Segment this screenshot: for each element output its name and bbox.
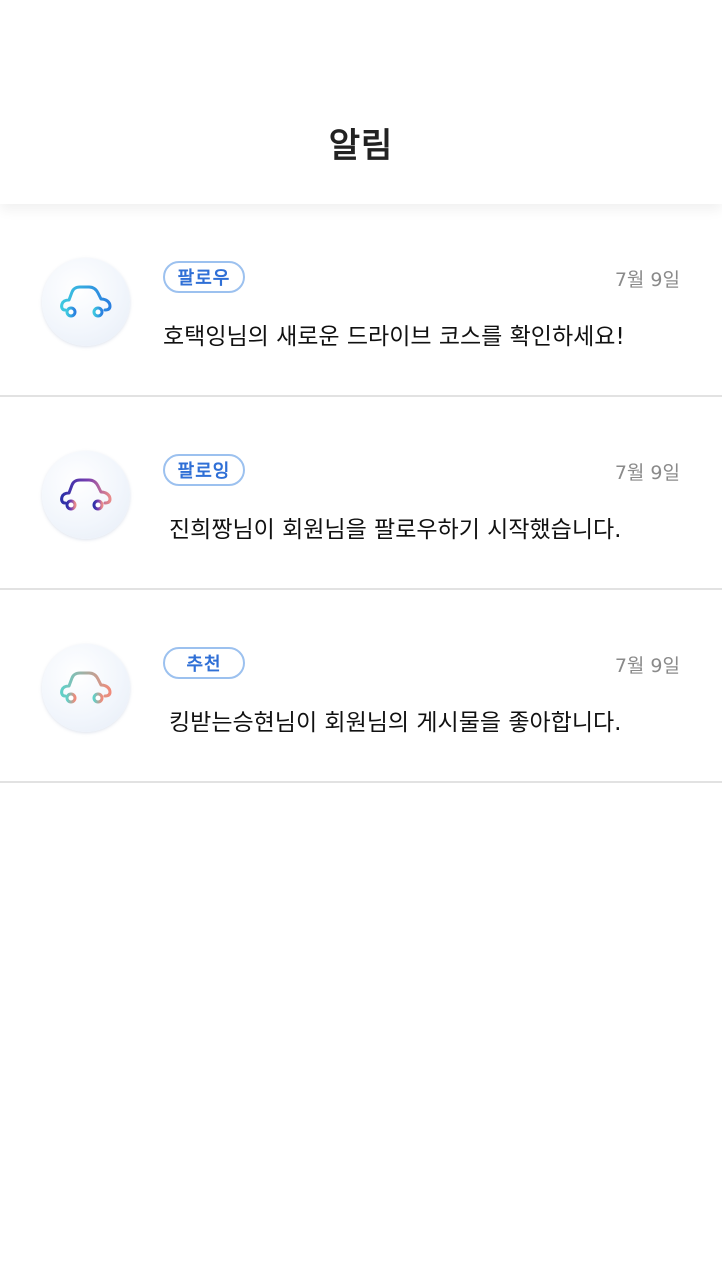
car-icon xyxy=(60,478,112,511)
avatar xyxy=(42,258,130,346)
notification-message: 호택잉님의 새로운 드라이브 코스를 확인하세요! xyxy=(163,324,625,350)
category-badge: 추천 xyxy=(163,647,245,679)
notification-item[interactable]: 팔로잉 7월 9일 진희짱님이 회원님을 팔로우하기 시작했습니다. xyxy=(0,397,722,590)
notification-message: 진희짱님이 회원님을 팔로우하기 시작했습니다. xyxy=(169,517,622,543)
header: 알림 xyxy=(0,0,722,204)
notification-list: 팔로우 7월 9일 호택잉님의 새로운 드라이브 코스를 확인하세요! 팔로잉 xyxy=(0,204,722,783)
avatar xyxy=(42,451,130,539)
notification-date: 7월 9일 xyxy=(614,462,680,484)
car-icon xyxy=(60,285,112,318)
notification-date: 7월 9일 xyxy=(614,269,680,291)
page-title: 알림 xyxy=(328,126,394,166)
category-badge: 팔로우 xyxy=(163,261,245,293)
category-badge: 팔로잉 xyxy=(163,454,245,486)
notification-date: 7월 9일 xyxy=(614,655,680,677)
notification-item[interactable]: 팔로우 7월 9일 호택잉님의 새로운 드라이브 코스를 확인하세요! xyxy=(0,204,722,397)
notification-message: 킹받는승현님이 회원님의 게시물을 좋아합니다. xyxy=(169,710,622,736)
car-icon xyxy=(60,671,112,704)
avatar xyxy=(42,644,130,732)
notification-item[interactable]: 추천 7월 9일 킹받는승현님이 회원님의 게시물을 좋아합니다. xyxy=(0,590,722,783)
